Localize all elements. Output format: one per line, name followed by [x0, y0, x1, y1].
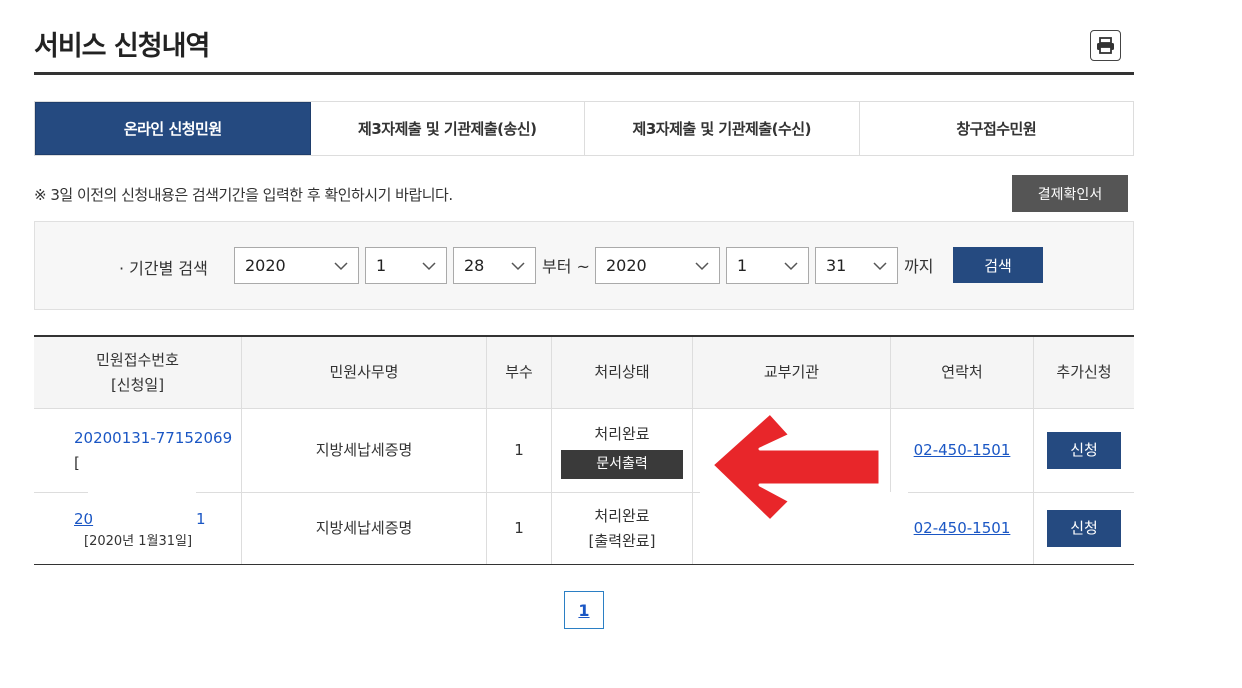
- chevron-down-icon: [334, 262, 348, 271]
- header-receipt-no: 민원접수번호 [신청일]: [34, 337, 242, 408]
- search-label: · 기간별 검색: [119, 259, 208, 278]
- print-button[interactable]: [1090, 30, 1121, 61]
- table-header-row: 민원접수번호 [신청일] 민원사무명 부수 처리상태 교부기관 연락처 추가신청: [34, 337, 1134, 409]
- to-year-select[interactable]: 2020: [595, 247, 720, 284]
- printer-icon: [1097, 37, 1114, 54]
- application-date: [2020년 1월31일]: [84, 534, 193, 549]
- from-day-value: 28: [464, 256, 485, 275]
- title-divider: [34, 72, 1134, 75]
- contact-cell: 02-450-1501: [891, 409, 1034, 492]
- to-month-value: 1: [737, 256, 748, 275]
- document-print-button[interactable]: 문서출력: [561, 449, 683, 479]
- status-cell: 처리완료 문서출력: [552, 409, 693, 492]
- from-text: 부터 ~: [542, 257, 590, 276]
- header-copies: 부수: [487, 337, 552, 408]
- search-button[interactable]: 검색: [953, 247, 1043, 283]
- application-date: [: [74, 453, 80, 472]
- header-agency: 교부기관: [693, 337, 891, 408]
- search-panel: · 기간별 검색 2020 1 28 부터 ~ 2020 1 31 까지 검색: [34, 221, 1134, 310]
- table-row: 20200131-77152069 [ 지방세납세증명 1 처리완료 문서출력 …: [34, 409, 1134, 493]
- application-table: 민원접수번호 [신청일] 민원사무명 부수 처리상태 교부기관 연락처 추가신청…: [34, 335, 1134, 565]
- status-cell: 처리완료 [출력완료]: [552, 493, 693, 564]
- status-text: 처리완료: [594, 506, 650, 525]
- to-day-value: 31: [826, 256, 847, 275]
- receipt-number-link[interactable]: 20200131-77152069: [74, 426, 232, 451]
- chevron-down-icon: [784, 262, 798, 271]
- copies-count: 1: [487, 409, 552, 492]
- status-text: 처리완료: [594, 425, 650, 444]
- chevron-down-icon: [873, 262, 887, 271]
- header-service: 민원사무명: [242, 337, 487, 408]
- to-text: 까지: [904, 257, 934, 276]
- apply-button[interactable]: 신청: [1047, 432, 1121, 469]
- table-row: 20 1 [2020년 1월31일] 지방세납세증명 1 처리완료 [출력완료]…: [34, 493, 1134, 565]
- payment-receipt-button[interactable]: 결제확인서: [1012, 175, 1128, 212]
- copies-count: 1: [487, 493, 552, 564]
- header-date-label: [신청일]: [110, 375, 165, 394]
- header-receipt-no-label: 민원접수번호: [96, 350, 179, 369]
- tab-counter-applications[interactable]: 창구접수민원: [859, 102, 1133, 155]
- tab-bar: 온라인 신청민원 제3자제출 및 기관제출(송신) 제3자제출 및 기관제출(수…: [34, 101, 1134, 156]
- from-year-select[interactable]: 2020: [234, 247, 359, 284]
- phone-link[interactable]: 02-450-1501: [914, 438, 1011, 463]
- from-month-select[interactable]: 1: [365, 247, 447, 284]
- apply-cell: 신청: [1034, 409, 1134, 492]
- apply-cell: 신청: [1034, 493, 1134, 564]
- notice-text: ※ 3일 이전의 신청내용은 검색기간을 입력한 후 확인하시기 바랍니다.: [34, 186, 453, 204]
- to-day-select[interactable]: 31: [815, 247, 898, 284]
- redaction-mask: [88, 456, 196, 514]
- header-additional: 추가신청: [1056, 363, 1112, 382]
- page-title: 서비스 신청내역: [34, 31, 210, 62]
- from-month-value: 1: [376, 256, 387, 275]
- phone-link[interactable]: 02-450-1501: [914, 516, 1011, 541]
- tab-online-applications[interactable]: 온라인 신청민원: [35, 102, 311, 155]
- header-status: 처리상태: [552, 337, 693, 408]
- pagination-current-page[interactable]: 1: [564, 591, 604, 629]
- chevron-down-icon: [422, 262, 436, 271]
- contact-cell: 02-450-1501: [891, 493, 1034, 564]
- tab-third-party-sent[interactable]: 제3자제출 및 기관제출(송신): [310, 102, 585, 155]
- red-arrow-pointer: [710, 411, 882, 523]
- chevron-down-icon: [511, 262, 525, 271]
- tab-third-party-received[interactable]: 제3자제출 및 기관제출(수신): [585, 102, 860, 155]
- from-year-value: 2020: [245, 256, 286, 275]
- service-name: 지방세납세증명: [242, 409, 487, 492]
- chevron-down-icon: [695, 262, 709, 271]
- header-contact: 연락처: [891, 337, 1034, 408]
- receipt-number-tail[interactable]: 1: [196, 507, 206, 532]
- service-name: 지방세납세증명: [242, 493, 487, 564]
- apply-button[interactable]: 신청: [1047, 510, 1121, 547]
- to-month-select[interactable]: 1: [726, 247, 809, 284]
- print-complete-label: [출력완료]: [588, 531, 656, 550]
- to-year-value: 2020: [606, 256, 647, 275]
- from-day-select[interactable]: 28: [453, 247, 536, 284]
